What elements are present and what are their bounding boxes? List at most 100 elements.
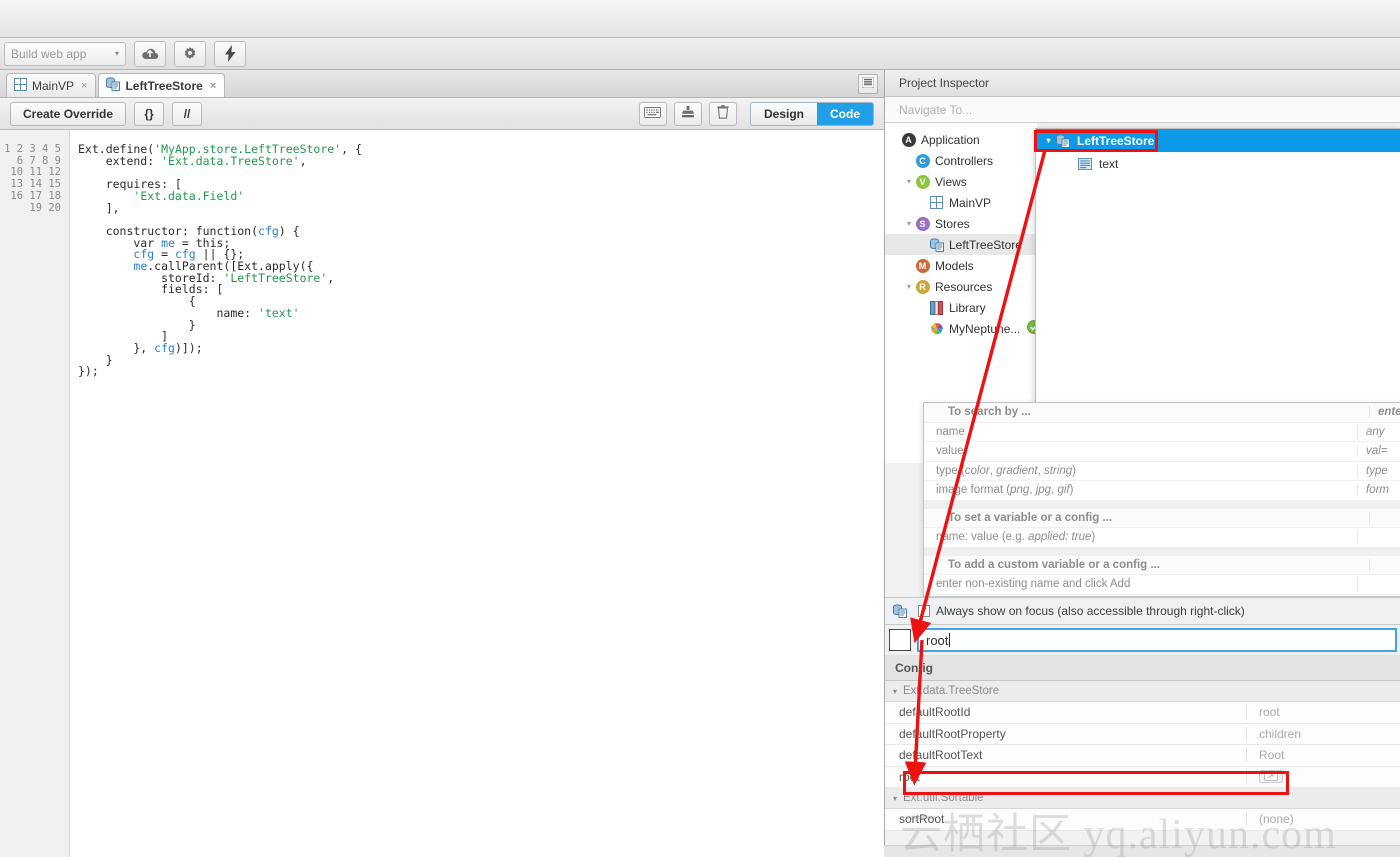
config-value: (none) bbox=[1259, 812, 1294, 827]
help-row: name any bbox=[924, 423, 1400, 442]
overlay-tree-item-lefttreestore[interactable]: ▾ LeftTreeStore bbox=[1036, 129, 1400, 152]
tree-item-label: Models bbox=[935, 258, 974, 273]
tree-item-models[interactable]: M Models bbox=[885, 255, 1037, 276]
config-table[interactable]: ▾ Ext.data.TreeStore defaultRootId root defa… bbox=[885, 681, 1400, 831]
tabbar-menu-button[interactable] bbox=[858, 74, 878, 94]
save-button[interactable] bbox=[673, 101, 702, 126]
braces-button[interactable]: {} bbox=[134, 101, 165, 126]
config-row-root[interactable]: root bbox=[885, 766, 1400, 788]
help-row: type (color, gradient, string) type bbox=[924, 462, 1400, 481]
store-icon bbox=[1055, 133, 1071, 149]
settings-button[interactable] bbox=[174, 40, 206, 67]
overlay-tree-item-label: LeftTreeStore bbox=[1077, 133, 1155, 148]
expand-twisty-icon[interactable]: ▾ bbox=[903, 177, 915, 186]
config-row-defaultrootproperty[interactable]: defaultRootProperty children bbox=[885, 723, 1400, 745]
expand-twisty-icon[interactable]: ▾ bbox=[903, 282, 915, 291]
config-group-ext-util-sortable[interactable]: ▾ Ext.util.Sortable bbox=[885, 788, 1400, 809]
design-tab[interactable]: Design bbox=[750, 102, 817, 125]
always-show-on-focus-checkbox[interactable]: ✓ bbox=[918, 605, 930, 617]
overlay-tree-item-text[interactable]: text bbox=[1036, 152, 1400, 175]
config-key: defaultRootProperty bbox=[885, 726, 1247, 741]
source-code[interactable]: Ext.define('MyApp.store.LeftTreeStore', … bbox=[78, 143, 362, 378]
config-key: sortRoot bbox=[885, 812, 1247, 827]
config-value: Root bbox=[1259, 748, 1285, 763]
keyboard-shortcuts-button[interactable] bbox=[638, 101, 667, 126]
config-search-value: root bbox=[926, 632, 949, 648]
config-search-row: root bbox=[885, 625, 1400, 655]
run-button[interactable] bbox=[214, 40, 246, 67]
cloud-upload-icon bbox=[141, 47, 159, 61]
tree-item-label: Resources bbox=[935, 279, 993, 294]
navigate-to-input[interactable]: Navigate To... bbox=[885, 97, 1400, 123]
config-key: defaultRootText bbox=[885, 748, 1247, 763]
tree-item-label: LeftTreeStore bbox=[949, 237, 1022, 252]
tree-item-controllers[interactable]: C Controllers bbox=[885, 150, 1037, 171]
config-value: root bbox=[1259, 705, 1280, 720]
build-target-label: Build web app bbox=[11, 46, 87, 61]
tab-mainvp[interactable]: MainVP × bbox=[6, 73, 97, 97]
help-section-title: To set a variable or a config ... bbox=[924, 508, 1400, 528]
expand-twisty-icon[interactable]: ▾ bbox=[1042, 136, 1055, 145]
config-row-defaultrootid[interactable]: defaultRootId root bbox=[885, 702, 1400, 724]
always-show-on-focus-label: Always show on focus (also accessible th… bbox=[936, 604, 1245, 618]
design-code-toggle: Design Code bbox=[749, 101, 874, 126]
config-value: children bbox=[1259, 726, 1302, 741]
build-target-select[interactable]: Build web app ▾ bbox=[4, 41, 126, 66]
deploy-button[interactable] bbox=[134, 40, 166, 67]
tab-lefttreestore[interactable]: LeftTreeStore × bbox=[98, 73, 226, 97]
config-group-label: Ext.data.TreeStore bbox=[903, 685, 1000, 697]
top-toolbar bbox=[0, 0, 1400, 38]
store-icon bbox=[106, 77, 121, 94]
store-icon bbox=[929, 237, 944, 252]
tree-item-application[interactable]: A Application bbox=[885, 129, 1037, 150]
code-tab[interactable]: Code bbox=[817, 102, 873, 125]
comment-button[interactable]: // bbox=[172, 101, 203, 126]
tree-item-myneptune-[interactable]: MyNeptune... bbox=[885, 318, 1042, 339]
tree-item-label: Library bbox=[949, 300, 986, 315]
edit-value-button[interactable] bbox=[1259, 770, 1283, 784]
config-search-checkbox[interactable] bbox=[889, 629, 911, 651]
expand-twisty-icon[interactable]: ▾ bbox=[903, 219, 915, 228]
help-row: enter non-existing name and click Add bbox=[924, 575, 1400, 595]
config-search-input[interactable]: root bbox=[917, 628, 1397, 652]
code-editor[interactable]: 1 2 3 4 5 6 7 8 9 10 11 12 13 14 15 16 1… bbox=[0, 130, 884, 857]
tree-item-label: MyNeptune... bbox=[949, 321, 1021, 336]
search-help-overlay: To search by ...enternameanyvalueval=typ… bbox=[923, 402, 1400, 597]
editor-toolbar-right-group: Design Code bbox=[638, 101, 884, 126]
help-section-divider bbox=[924, 500, 1400, 509]
list-menu-icon bbox=[861, 76, 875, 91]
tree-item-resources[interactable]: ▾ R Resources bbox=[885, 276, 1037, 297]
tab-label: MainVP bbox=[32, 78, 75, 93]
tree-item-mainvp[interactable]: MainVP bbox=[885, 192, 1037, 213]
text-cursor bbox=[949, 633, 951, 647]
tree-item-label: Controllers bbox=[935, 153, 994, 168]
gear-icon bbox=[182, 46, 198, 62]
close-icon[interactable]: × bbox=[81, 80, 87, 92]
config-row-sortroot[interactable]: sortRoot (none) bbox=[885, 809, 1400, 831]
tree-item-library[interactable]: Library bbox=[885, 297, 1037, 318]
config-key: defaultRootId bbox=[885, 705, 1247, 720]
close-icon[interactable]: × bbox=[210, 80, 216, 92]
config-group-ext-data-treestore[interactable]: ▾ Ext.data.TreeStore bbox=[885, 681, 1400, 702]
help-section-title: To add a custom variable or a config ... bbox=[924, 555, 1400, 575]
always-show-on-focus-row: ✓ Always show on focus (also accessible … bbox=[885, 597, 1400, 625]
help-section-title: To search by ...enter bbox=[924, 403, 1400, 423]
expand-twisty-icon[interactable]: ▾ bbox=[893, 687, 897, 696]
config-key: root bbox=[885, 769, 1247, 784]
application-badge-icon: A bbox=[901, 132, 916, 147]
config-row-defaultroottext[interactable]: defaultRootText Root bbox=[885, 745, 1400, 767]
tab-label: LeftTreeStore bbox=[125, 78, 203, 93]
create-override-button[interactable]: Create Override bbox=[10, 101, 127, 126]
expand-twisty-icon[interactable]: ▾ bbox=[893, 794, 897, 803]
tree-item-lefttreestore[interactable]: LeftTreeStore bbox=[885, 234, 1037, 255]
horizontal-scrollbar[interactable] bbox=[884, 845, 1400, 857]
delete-button[interactable] bbox=[708, 101, 737, 126]
config-group-label: Ext.util.Sortable bbox=[903, 792, 984, 804]
save-stamp-icon bbox=[681, 105, 695, 122]
tree-item-views[interactable]: ▾ V Views bbox=[885, 171, 1037, 192]
tree-item-stores[interactable]: ▾ S Stores bbox=[885, 213, 1037, 234]
line-number-gutter: 1 2 3 4 5 6 7 8 9 10 11 12 13 14 15 16 1… bbox=[0, 130, 70, 857]
tree-item-label: MainVP bbox=[949, 195, 992, 210]
editor-tabbar: MainVP × LeftTreeStore × bbox=[0, 70, 884, 98]
project-inspector-panel: Project Inspector Navigate To... A Applic… bbox=[884, 70, 1400, 857]
